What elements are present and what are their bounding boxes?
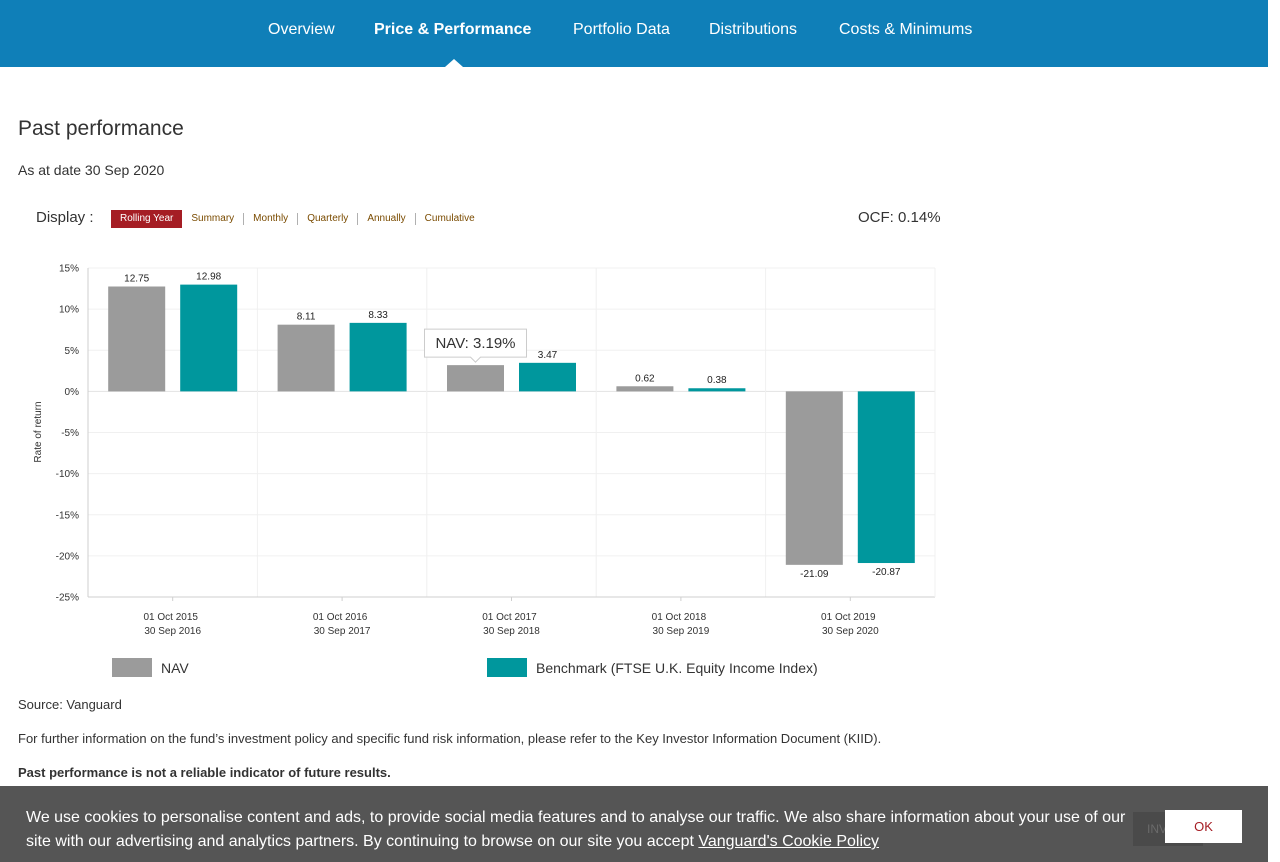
bar-value-label: -20.87 [872,567,901,578]
legend-item-benchmark[interactable]: Benchmark (FTSE U.K. Equity Income Index… [487,658,818,677]
nav-bar [108,286,166,392]
y-tick-label: -10% [56,469,79,480]
x-tick-label-end: 30 Sep 2020 [822,626,879,637]
cookie-message-text: We use cookies to personalise content an… [26,809,1126,850]
x-tick-label-end: 30 Sep 2016 [144,626,201,637]
y-tick-label: -15% [56,510,79,521]
cookie-banner: We use cookies to personalise content an… [0,786,1268,862]
y-tick-label: 15% [59,264,79,275]
tooltip-text: NAV: 3.19% [435,335,515,352]
x-tick-label-start: 01 Oct 2019 [821,612,876,623]
x-tick-label-start: 01 Oct 2017 [482,612,537,623]
x-tick-label-start: 01 Oct 2018 [652,612,707,623]
benchmark-bar [688,388,746,392]
y-tick-label: -5% [61,428,79,439]
bar-value-label: 8.11 [297,312,316,323]
benchmark-bar [180,284,238,392]
y-axis-label: Rate of return [33,401,44,462]
legend-label-benchmark: Benchmark (FTSE U.K. Equity Income Index… [536,659,818,676]
bar-value-label: 12.75 [124,274,149,285]
x-tick-label-start: 01 Oct 2015 [143,612,198,623]
legend-item-nav[interactable]: NAV [112,658,189,677]
x-tick-label-start: 01 Oct 2016 [313,612,368,623]
y-tick-label: -20% [56,551,79,562]
bar-value-label: 8.33 [368,310,388,321]
benchmark-bar [519,362,576,392]
y-tick-label: 10% [59,305,79,316]
nav-bar [785,391,843,565]
nav-bar [277,324,335,392]
y-tick-label: 0% [65,387,80,398]
chart-tooltip: NAV: 3.19% [424,328,527,363]
bar-value-label: 0.38 [707,375,727,386]
bar-value-label: -21.09 [800,569,829,580]
source-note: Source: Vanguard [18,697,122,712]
legend-swatch-nav [112,658,152,677]
legend-label-nav: NAV [161,659,189,676]
y-tick-label: -25% [56,593,79,604]
performance-chart: 15% 10% 5% 0% -5% -10% -15% -20% -25% 01 Oct 2015… [33,264,936,637]
nav-bar [447,365,504,392]
y-tick-label: 5% [65,346,80,357]
cookie-message: We use cookies to personalise content an… [26,806,1136,854]
x-tick-label-end: 30 Sep 2018 [483,626,540,637]
benchmark-bar [349,322,407,392]
legend-swatch-benchmark [487,658,527,677]
cookie-policy-link[interactable]: Vanguard's Cookie Policy [698,833,879,850]
nav-bar [616,386,674,392]
cookie-ok-button[interactable]: OK [1165,810,1242,843]
benchmark-bar [857,391,915,564]
bar-value-label: 3.47 [538,350,558,361]
bar-value-label: 0.62 [635,373,655,384]
x-tick-label-end: 30 Sep 2017 [314,626,371,637]
chart-bars [108,284,915,565]
performance-disclaimer: Past performance is not a reliable indic… [18,765,391,780]
x-tick-label-end: 30 Sep 2019 [653,626,710,637]
bar-value-label: 12.98 [196,272,221,283]
further-information-note: For further information on the fund’s in… [18,731,882,746]
page-scrollbar[interactable] [1268,0,1280,862]
